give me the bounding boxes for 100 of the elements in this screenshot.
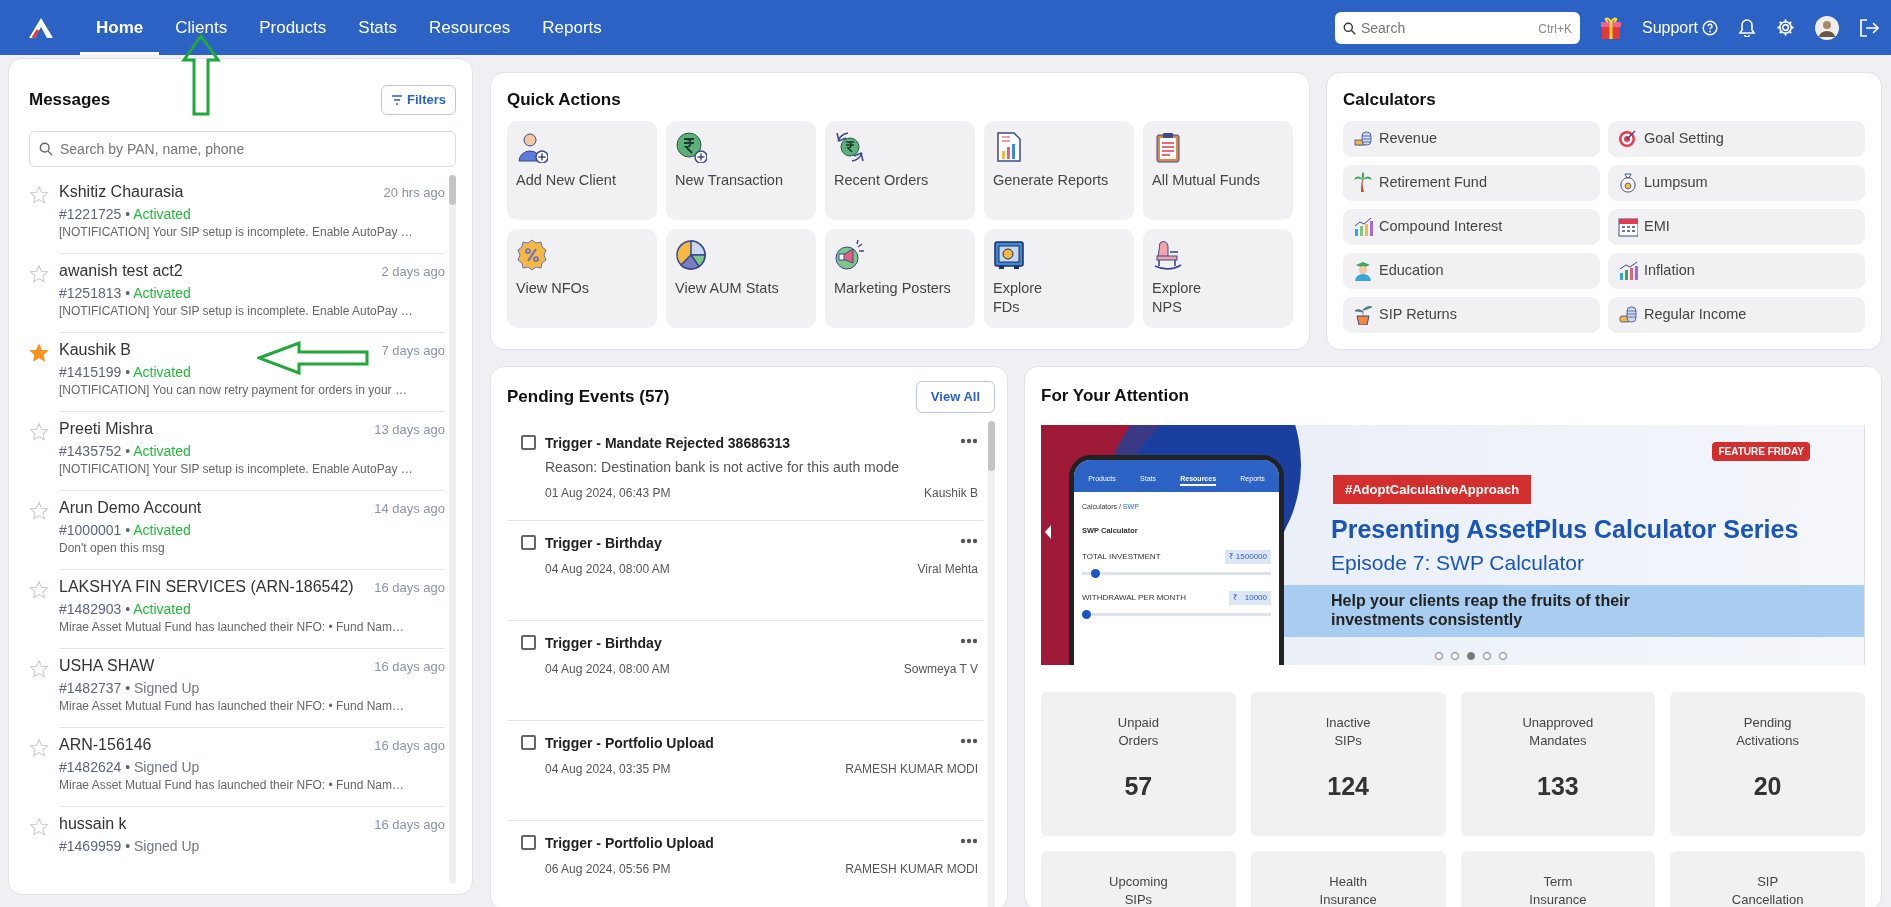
client-id-status: #1251813 • Activated xyxy=(59,284,192,302)
calculator-button[interactable]: Inflation xyxy=(1608,252,1865,289)
checkbox[interactable] xyxy=(521,734,536,750)
star-outline-icon[interactable] xyxy=(29,737,49,758)
calculator-button[interactable]: EMI xyxy=(1608,208,1865,245)
stat-value: 133 xyxy=(1537,770,1579,802)
quick-action-tile[interactable]: View NFOs xyxy=(507,228,657,328)
client-id-status: #1482903 • Activated xyxy=(59,600,192,618)
client-name: ARN-156146 xyxy=(59,734,152,755)
plant-pot-icon xyxy=(1353,304,1373,325)
calculator-button[interactable]: Revenue xyxy=(1343,120,1600,157)
calculator-button[interactable]: Retirement Fund xyxy=(1343,164,1600,201)
quick-action-tile[interactable]: Explore NPS xyxy=(1143,228,1293,328)
message-item[interactable]: hussain k 16 days ago #1469959 • Signed Up xyxy=(29,806,445,884)
nav-tab[interactable]: Products xyxy=(243,0,343,55)
message-preview: [NOTIFICATION] Your SIP setup is incomplete. Enable AutoPay … xyxy=(59,225,414,240)
palm-tree-icon xyxy=(1353,172,1373,193)
client-name: Kaushik B xyxy=(923,484,978,502)
slider-thumb[interactable] xyxy=(1082,609,1091,619)
stat-tile[interactable]: Unpaid Orders 57 xyxy=(1041,691,1236,836)
client-name: hussain k xyxy=(59,813,127,834)
gift-icon xyxy=(1599,15,1622,40)
star-outline-icon[interactable] xyxy=(29,184,49,205)
stat-tile[interactable]: SIP Cancellation xyxy=(1670,850,1865,907)
carousel-dot[interactable] xyxy=(1483,651,1491,660)
carousel-dot[interactable] xyxy=(1467,651,1475,660)
slider-thumb[interactable] xyxy=(1091,568,1100,578)
carousel-dot[interactable] xyxy=(1451,651,1459,660)
checkbox[interactable] xyxy=(521,634,536,650)
quick-action-tile[interactable]: Add New Client xyxy=(507,120,657,220)
support-link[interactable]: Support xyxy=(1641,15,1718,40)
message-item[interactable]: awanish test act2 2 days ago #1251813 • Activated [NOTIFICATION] Your SIP setup is incomplete. Enable AutoPay … xyxy=(29,253,445,333)
carousel-dot[interactable] xyxy=(1499,651,1507,660)
message-time: 16 days ago xyxy=(374,737,445,754)
nav-tab[interactable]: Home xyxy=(80,0,160,55)
checkbox[interactable] xyxy=(521,434,536,450)
quick-action-tile[interactable]: Recent Orders xyxy=(825,120,975,220)
calculator-button[interactable]: Goal Setting xyxy=(1608,120,1865,157)
stat-tile[interactable]: Upcoming SIPs xyxy=(1041,850,1236,907)
megaphone-icon xyxy=(834,238,866,271)
calculator-button[interactable]: Compound Interest xyxy=(1343,208,1600,245)
message-item[interactable]: ARN-156146 16 days ago #1482624 • Signed Up Mirae Asset Mutual Fund has launched their NFO: • Fund Nam… xyxy=(29,727,445,807)
message-item[interactable]: Kshitiz Chaurasia 20 hrs ago #1221725 • Activated [NOTIFICATION] Your SIP setup is incomplete. Enable AutoPay … xyxy=(29,174,445,254)
message-preview: Mirae Asset Mutual Fund has launched their NFO: • Fund Nam… xyxy=(59,778,406,793)
checkbox[interactable] xyxy=(521,534,536,550)
message-time: 14 days ago xyxy=(374,500,445,517)
message-item[interactable]: Arun Demo Account 14 days ago #1000001 • Activated Don't open this msg xyxy=(29,490,445,570)
event-reason: Reason: Destination bank is not active for this auth mode xyxy=(545,457,901,477)
client-name: LAKSHYA FIN SERVICES (ARN-186542) xyxy=(59,576,354,597)
carousel-dot[interactable] xyxy=(1435,651,1443,660)
bar-chart-icon xyxy=(1618,260,1638,281)
nav-tab[interactable]: Stats xyxy=(342,0,414,55)
message-preview: Mirae Asset Mutual Fund has launched their NFO: • Fund Nam… xyxy=(59,620,406,635)
message-item[interactable]: USHA SHAW 16 days ago #1482737 • Signed Up Mirae Asset Mutual Fund has launched their NFO: • Fund Nam… xyxy=(29,648,445,728)
client-name: Sowmeya T V xyxy=(903,660,978,678)
stat-tile[interactable]: Health Insurance xyxy=(1250,850,1446,907)
client-id-status: #1469959 • Signed Up xyxy=(59,837,201,855)
search-field[interactable]: Search by PAN, name, phone xyxy=(29,130,456,167)
message-item[interactable]: Preeti Mishra 13 days ago #1435752 • Activated [NOTIFICATION] Your SIP setup is incomplete. Enable AutoPay … xyxy=(29,411,445,491)
quick-action-tile[interactable]: View AUM Stats xyxy=(666,228,816,328)
stat-tile[interactable]: Inactive SIPs 124 xyxy=(1250,691,1446,836)
client-id-status: #1482737 • Signed Up xyxy=(59,679,201,697)
avatar-icon xyxy=(1815,15,1839,40)
client-id-status: #1415199 • Activated xyxy=(59,363,192,381)
quick-action-tile[interactable]: New Transaction xyxy=(666,120,816,220)
star-outline-icon[interactable] xyxy=(29,421,49,442)
scrollbar[interactable] xyxy=(449,174,456,884)
calculator-button[interactable]: Education xyxy=(1343,252,1600,289)
quick-action-tile[interactable]: Marketing Posters xyxy=(825,228,975,328)
star-outline-icon[interactable] xyxy=(29,500,49,521)
stat-tile[interactable]: Pending Activations 20 xyxy=(1670,691,1865,836)
person-add-icon xyxy=(516,130,548,163)
message-item[interactable]: Kaushik B 7 days ago #1415199 • Activated [NOTIFICATION] You can now retry payment for orders in your … xyxy=(29,332,445,412)
star-outline-icon[interactable] xyxy=(29,263,49,284)
panel-title: Messages xyxy=(29,89,111,111)
nav-tab[interactable]: Reports xyxy=(526,0,618,55)
message-time: 2 days ago xyxy=(381,263,445,280)
calculator-button[interactable]: SIP Returns xyxy=(1343,296,1600,333)
message-item[interactable]: LAKSHYA FIN SERVICES (ARN-186542) 16 days ago #1482903 • Activated Mirae Asset Mutual Fund has launched their NFO: • Fund Nam… xyxy=(29,569,445,649)
star-outline-icon[interactable] xyxy=(29,816,49,837)
nav-tab[interactable]: Resources xyxy=(413,0,527,55)
scrollbar[interactable] xyxy=(988,420,995,907)
quick-action-tile[interactable]: All Mutual Funds xyxy=(1143,120,1293,220)
filters-button[interactable]: Filters xyxy=(381,85,456,115)
quick-action-tile[interactable]: Explore FDs xyxy=(984,228,1134,328)
safe-icon xyxy=(993,238,1025,271)
quick-action-tile[interactable]: Generate Reports xyxy=(984,120,1134,220)
star-icon[interactable] xyxy=(29,342,49,363)
checkbox[interactable] xyxy=(521,834,536,850)
calculator-button[interactable]: Regular Income xyxy=(1608,296,1865,333)
nav-tab[interactable]: Clients xyxy=(159,0,244,55)
target-icon xyxy=(1618,128,1638,149)
star-outline-icon[interactable] xyxy=(29,658,49,679)
stat-tile[interactable]: Unapproved Mandates 133 xyxy=(1460,691,1656,836)
star-outline-icon[interactable] xyxy=(29,579,49,600)
view-all-button[interactable]: View All xyxy=(915,381,995,413)
stat-tile[interactable]: Term Insurance xyxy=(1460,850,1656,907)
message-time: 16 days ago xyxy=(374,579,445,596)
calculator-button[interactable]: Lumpsum xyxy=(1608,164,1865,201)
filter-icon xyxy=(391,94,403,105)
